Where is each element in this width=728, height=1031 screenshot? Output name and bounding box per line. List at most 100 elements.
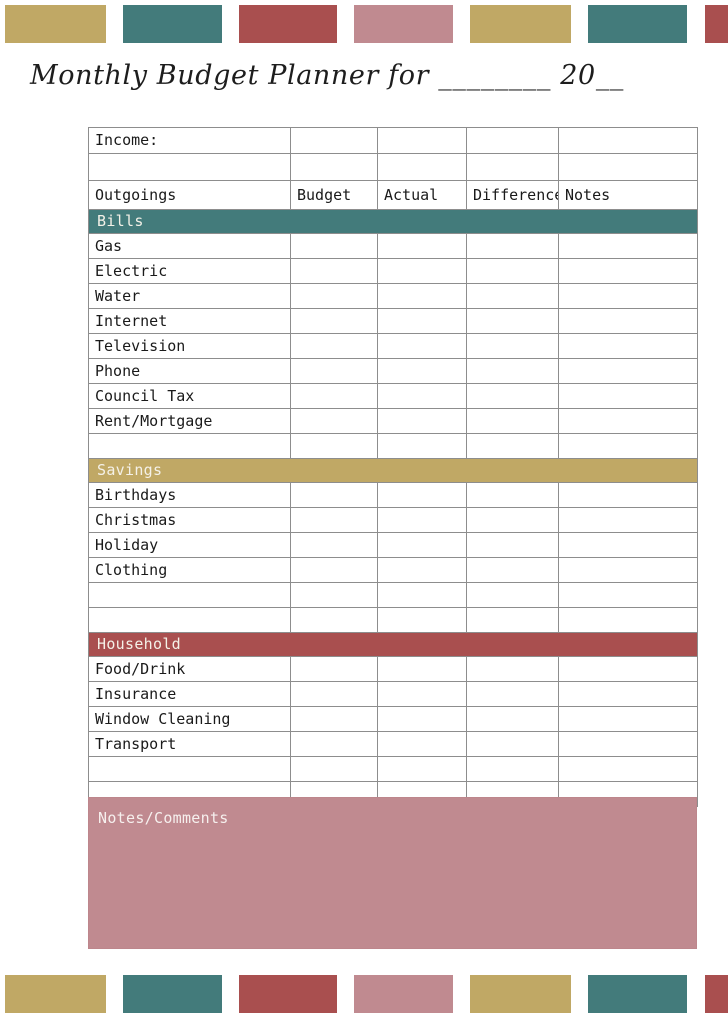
income-blank-label-cell[interactable] [88, 153, 291, 181]
bills-6-budget-cell[interactable] [290, 383, 378, 409]
bills-0-notes-cell[interactable] [558, 233, 698, 259]
savings-2-actual-cell[interactable] [377, 532, 467, 558]
bills-3-budget-cell[interactable] [290, 308, 378, 334]
savings-blank-0-difference-cell[interactable] [466, 582, 559, 608]
bills-3-difference-cell[interactable] [466, 308, 559, 334]
income-notes-cell[interactable] [558, 127, 698, 154]
income-blank-notes-cell[interactable] [558, 153, 698, 181]
bills-7-notes-cell[interactable] [558, 408, 698, 434]
income-budget-cell[interactable] [290, 127, 378, 154]
bills-2-actual-cell[interactable] [377, 283, 467, 309]
bills-0-difference-cell[interactable] [466, 233, 559, 259]
bills-blank-0-budget-cell[interactable] [290, 433, 378, 459]
bills-7-difference-cell[interactable] [466, 408, 559, 434]
bills-1-difference-cell[interactable] [466, 258, 559, 284]
savings-3-actual-cell[interactable] [377, 557, 467, 583]
savings-3-notes-cell[interactable] [558, 557, 698, 583]
row-label-blank[interactable] [88, 607, 291, 633]
bills-7-budget-cell[interactable] [290, 408, 378, 434]
savings-blank-1-budget-cell[interactable] [290, 607, 378, 633]
notes-comments-box[interactable]: Notes/Comments [88, 797, 697, 949]
savings-blank-1-difference-cell[interactable] [466, 607, 559, 633]
income-label[interactable]: Income: [88, 127, 291, 154]
income-difference-cell[interactable] [466, 127, 559, 154]
income-blank-difference-cell[interactable] [466, 153, 559, 181]
bills-2-difference-cell[interactable] [466, 283, 559, 309]
savings-blank-1-notes-cell[interactable] [558, 607, 698, 633]
savings-2-notes-cell[interactable] [558, 532, 698, 558]
row-label-blank[interactable] [88, 756, 291, 782]
income-actual-cell[interactable] [377, 127, 467, 154]
household-1-actual-cell[interactable] [377, 681, 467, 707]
row-label-council-tax[interactable]: Council Tax [88, 383, 291, 409]
savings-1-difference-cell[interactable] [466, 507, 559, 533]
bills-4-actual-cell[interactable] [377, 333, 467, 359]
bills-1-actual-cell[interactable] [377, 258, 467, 284]
household-3-notes-cell[interactable] [558, 731, 698, 757]
savings-0-budget-cell[interactable] [290, 482, 378, 508]
savings-3-budget-cell[interactable] [290, 557, 378, 583]
bills-1-notes-cell[interactable] [558, 258, 698, 284]
row-label-christmas[interactable]: Christmas [88, 507, 291, 533]
income-blank-budget-cell[interactable] [290, 153, 378, 181]
household-2-actual-cell[interactable] [377, 706, 467, 732]
bills-0-actual-cell[interactable] [377, 233, 467, 259]
household-2-notes-cell[interactable] [558, 706, 698, 732]
row-label-electric[interactable]: Electric [88, 258, 291, 284]
bills-2-budget-cell[interactable] [290, 283, 378, 309]
savings-0-difference-cell[interactable] [466, 482, 559, 508]
household-2-difference-cell[interactable] [466, 706, 559, 732]
household-0-actual-cell[interactable] [377, 656, 467, 682]
household-0-budget-cell[interactable] [290, 656, 378, 682]
row-label-holiday[interactable]: Holiday [88, 532, 291, 558]
bills-5-budget-cell[interactable] [290, 358, 378, 384]
savings-0-notes-cell[interactable] [558, 482, 698, 508]
savings-blank-1-actual-cell[interactable] [377, 607, 467, 633]
bills-6-notes-cell[interactable] [558, 383, 698, 409]
row-label-blank[interactable] [88, 433, 291, 459]
household-1-notes-cell[interactable] [558, 681, 698, 707]
household-1-difference-cell[interactable] [466, 681, 559, 707]
household-blank-0-notes-cell[interactable] [558, 756, 698, 782]
bills-blank-0-notes-cell[interactable] [558, 433, 698, 459]
savings-1-actual-cell[interactable] [377, 507, 467, 533]
savings-1-notes-cell[interactable] [558, 507, 698, 533]
bills-0-budget-cell[interactable] [290, 233, 378, 259]
bills-7-actual-cell[interactable] [377, 408, 467, 434]
bills-4-difference-cell[interactable] [466, 333, 559, 359]
household-3-actual-cell[interactable] [377, 731, 467, 757]
savings-2-budget-cell[interactable] [290, 532, 378, 558]
bills-4-notes-cell[interactable] [558, 333, 698, 359]
bills-6-difference-cell[interactable] [466, 383, 559, 409]
bills-5-difference-cell[interactable] [466, 358, 559, 384]
household-3-budget-cell[interactable] [290, 731, 378, 757]
row-label-gas[interactable]: Gas [88, 233, 291, 259]
income-blank-actual-cell[interactable] [377, 153, 467, 181]
bills-5-notes-cell[interactable] [558, 358, 698, 384]
bills-3-notes-cell[interactable] [558, 308, 698, 334]
household-0-notes-cell[interactable] [558, 656, 698, 682]
row-label-phone[interactable]: Phone [88, 358, 291, 384]
row-label-window-cleaning[interactable]: Window Cleaning [88, 706, 291, 732]
row-label-insurance[interactable]: Insurance [88, 681, 291, 707]
household-1-budget-cell[interactable] [290, 681, 378, 707]
bills-2-notes-cell[interactable] [558, 283, 698, 309]
savings-blank-0-actual-cell[interactable] [377, 582, 467, 608]
bills-5-actual-cell[interactable] [377, 358, 467, 384]
bills-1-budget-cell[interactable] [290, 258, 378, 284]
bills-6-actual-cell[interactable] [377, 383, 467, 409]
savings-0-actual-cell[interactable] [377, 482, 467, 508]
savings-3-difference-cell[interactable] [466, 557, 559, 583]
row-label-transport[interactable]: Transport [88, 731, 291, 757]
household-blank-0-budget-cell[interactable] [290, 756, 378, 782]
row-label-internet[interactable]: Internet [88, 308, 291, 334]
row-label-blank[interactable] [88, 582, 291, 608]
bills-3-actual-cell[interactable] [377, 308, 467, 334]
savings-2-difference-cell[interactable] [466, 532, 559, 558]
row-label-television[interactable]: Television [88, 333, 291, 359]
row-label-clothing[interactable]: Clothing [88, 557, 291, 583]
row-label-rent-mortgage[interactable]: Rent/Mortgage [88, 408, 291, 434]
savings-blank-0-notes-cell[interactable] [558, 582, 698, 608]
household-blank-0-actual-cell[interactable] [377, 756, 467, 782]
bills-4-budget-cell[interactable] [290, 333, 378, 359]
